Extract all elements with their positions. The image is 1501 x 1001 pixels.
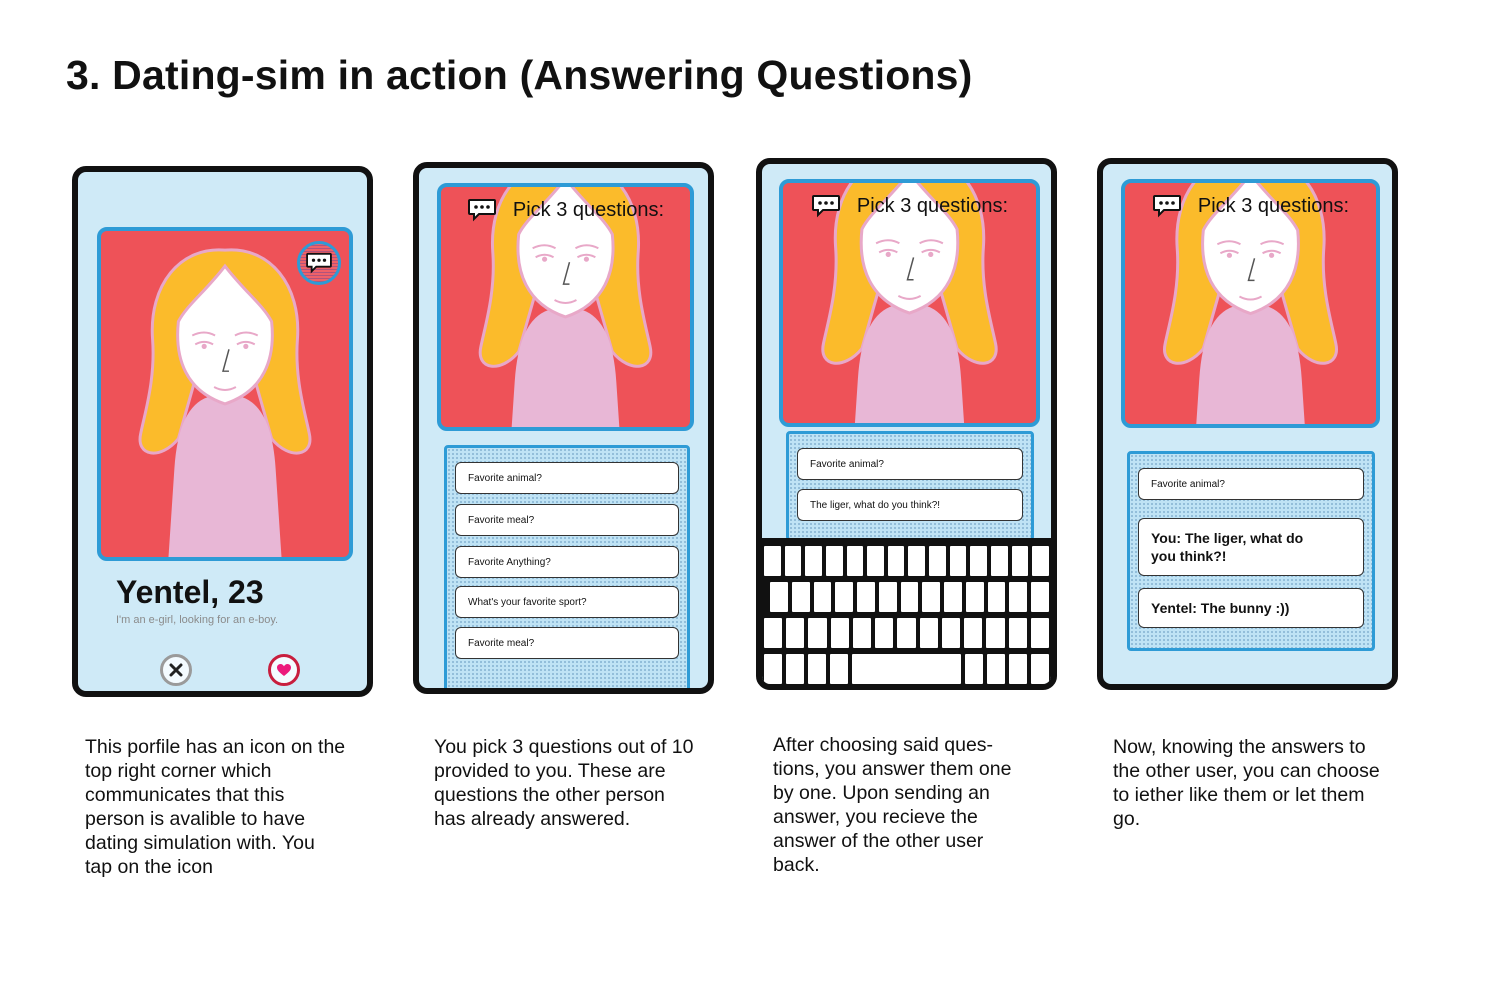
dating-sim-badge[interactable] [297,241,341,285]
key[interactable] [1011,546,1029,576]
caption-panel4: Now, knowing the answers to the other us… [1113,736,1380,830]
key[interactable] [900,582,919,612]
key[interactable] [964,618,983,648]
chat-bubble-icon [1152,194,1182,218]
close-x-icon [169,663,183,677]
page-title: 3. Dating-sim in action (Answering Quest… [66,52,973,98]
key[interactable] [1030,618,1050,648]
key[interactable] [825,546,843,576]
key[interactable] [897,618,916,648]
key[interactable] [808,654,827,684]
key[interactable] [941,618,961,648]
key[interactable] [786,654,805,684]
key[interactable] [1009,582,1028,612]
reject-button[interactable] [160,654,192,686]
like-button[interactable] [268,654,300,686]
question-option[interactable]: What's your favorite sport? [455,586,679,618]
your-answer: You: The liger, what do you think?! [1138,518,1364,576]
profile-photo: Pick 3 questions: [437,183,694,431]
pick-header-text: Pick 3 questions: [856,194,1009,217]
key[interactable] [987,582,1006,612]
key[interactable] [857,582,875,612]
phone-pick-questions-screen: Pick 3 questions: Favorite animal? Favor… [413,162,714,694]
selected-question: Favorite animal? [1138,468,1364,500]
key[interactable] [991,546,1008,576]
key[interactable] [830,654,849,684]
keyboard-row [764,654,1050,684]
key[interactable] [986,654,1005,684]
key[interactable] [965,582,984,612]
caption-panel1: This porfile has an icon on the top righ… [85,736,346,878]
key[interactable] [1030,654,1050,684]
key[interactable] [964,654,983,684]
key[interactable] [786,618,805,648]
on-screen-keyboard[interactable] [762,538,1051,684]
chat-bubble-icon [811,194,841,218]
key[interactable] [1008,618,1027,648]
key[interactable] [878,582,897,612]
key[interactable] [908,546,926,576]
profile-photo: Pick 3 questions: [1121,179,1380,428]
key[interactable] [791,582,810,612]
answer-input[interactable]: The liger, what do you think?! [797,489,1023,521]
answers-panel: Favorite animal? You: The liger, what do… [1127,451,1375,651]
question-option[interactable]: Favorite meal? [455,504,679,536]
keyboard-row [764,546,1049,576]
key[interactable] [922,582,941,612]
question-option[interactable]: Favorite Anything? [455,546,679,578]
heart-icon [277,664,291,676]
key[interactable] [1008,654,1027,684]
key[interactable] [887,546,905,576]
key[interactable] [875,618,894,648]
keyboard-row [770,582,1049,612]
spacebar[interactable] [852,654,961,684]
key[interactable] [970,546,988,576]
key[interactable] [846,546,864,576]
their-answer: Yentel: The bunny :)) [1138,588,1364,628]
pick-header-text: Pick 3 questions: [1197,194,1350,217]
key[interactable] [808,618,827,648]
chat-bubble-icon [305,252,333,274]
key[interactable] [867,546,884,576]
key[interactable] [830,618,849,648]
question-list: Favorite animal? Favorite meal? Favorite… [444,445,690,688]
key[interactable] [944,582,962,612]
key[interactable] [805,546,822,576]
selected-question: Favorite animal? [797,448,1023,480]
key[interactable] [1031,582,1049,612]
phone-answer-screen: Pick 3 questions: Favorite animal? The l… [756,158,1057,690]
pick-header: Pick 3 questions: [783,189,1036,223]
phone-answers-revealed-screen: Pick 3 questions: Favorite animal? You: … [1097,158,1398,690]
chat-bubble-icon [467,198,497,222]
profile-photo[interactable] [97,227,353,561]
pick-header: Pick 3 questions: [441,193,690,227]
key[interactable] [764,546,781,576]
key[interactable] [835,582,854,612]
profile-bio: I'm an e-girl, looking for an e-boy. [116,614,279,626]
key[interactable] [813,582,832,612]
key[interactable] [770,582,788,612]
caption-panel2: You pick 3 questions out of 10 provided … [434,736,694,830]
key[interactable] [929,546,946,576]
question-option[interactable]: Favorite meal? [455,627,679,659]
key[interactable] [919,618,938,648]
profile-photo: Pick 3 questions: [779,179,1040,427]
caption-panel3: After choosing said ques- tions, you ans… [773,734,1012,876]
key[interactable] [764,618,783,648]
pick-header: Pick 3 questions: [1125,189,1376,223]
answer-panel: Favorite animal? The liger, what do you … [786,431,1034,541]
keyboard-row [764,618,1050,648]
key[interactable] [764,654,783,684]
key[interactable] [1032,546,1049,576]
key[interactable] [784,546,802,576]
profile-name: Yentel, 23 [116,574,264,610]
phone-profile-screen: Yentel, 23 I'm an e-girl, looking for an… [72,166,373,697]
question-option[interactable]: Favorite animal? [455,462,679,494]
key[interactable] [986,618,1005,648]
key[interactable] [949,546,967,576]
pick-header-text: Pick 3 questions: [512,198,665,221]
key[interactable] [852,618,872,648]
